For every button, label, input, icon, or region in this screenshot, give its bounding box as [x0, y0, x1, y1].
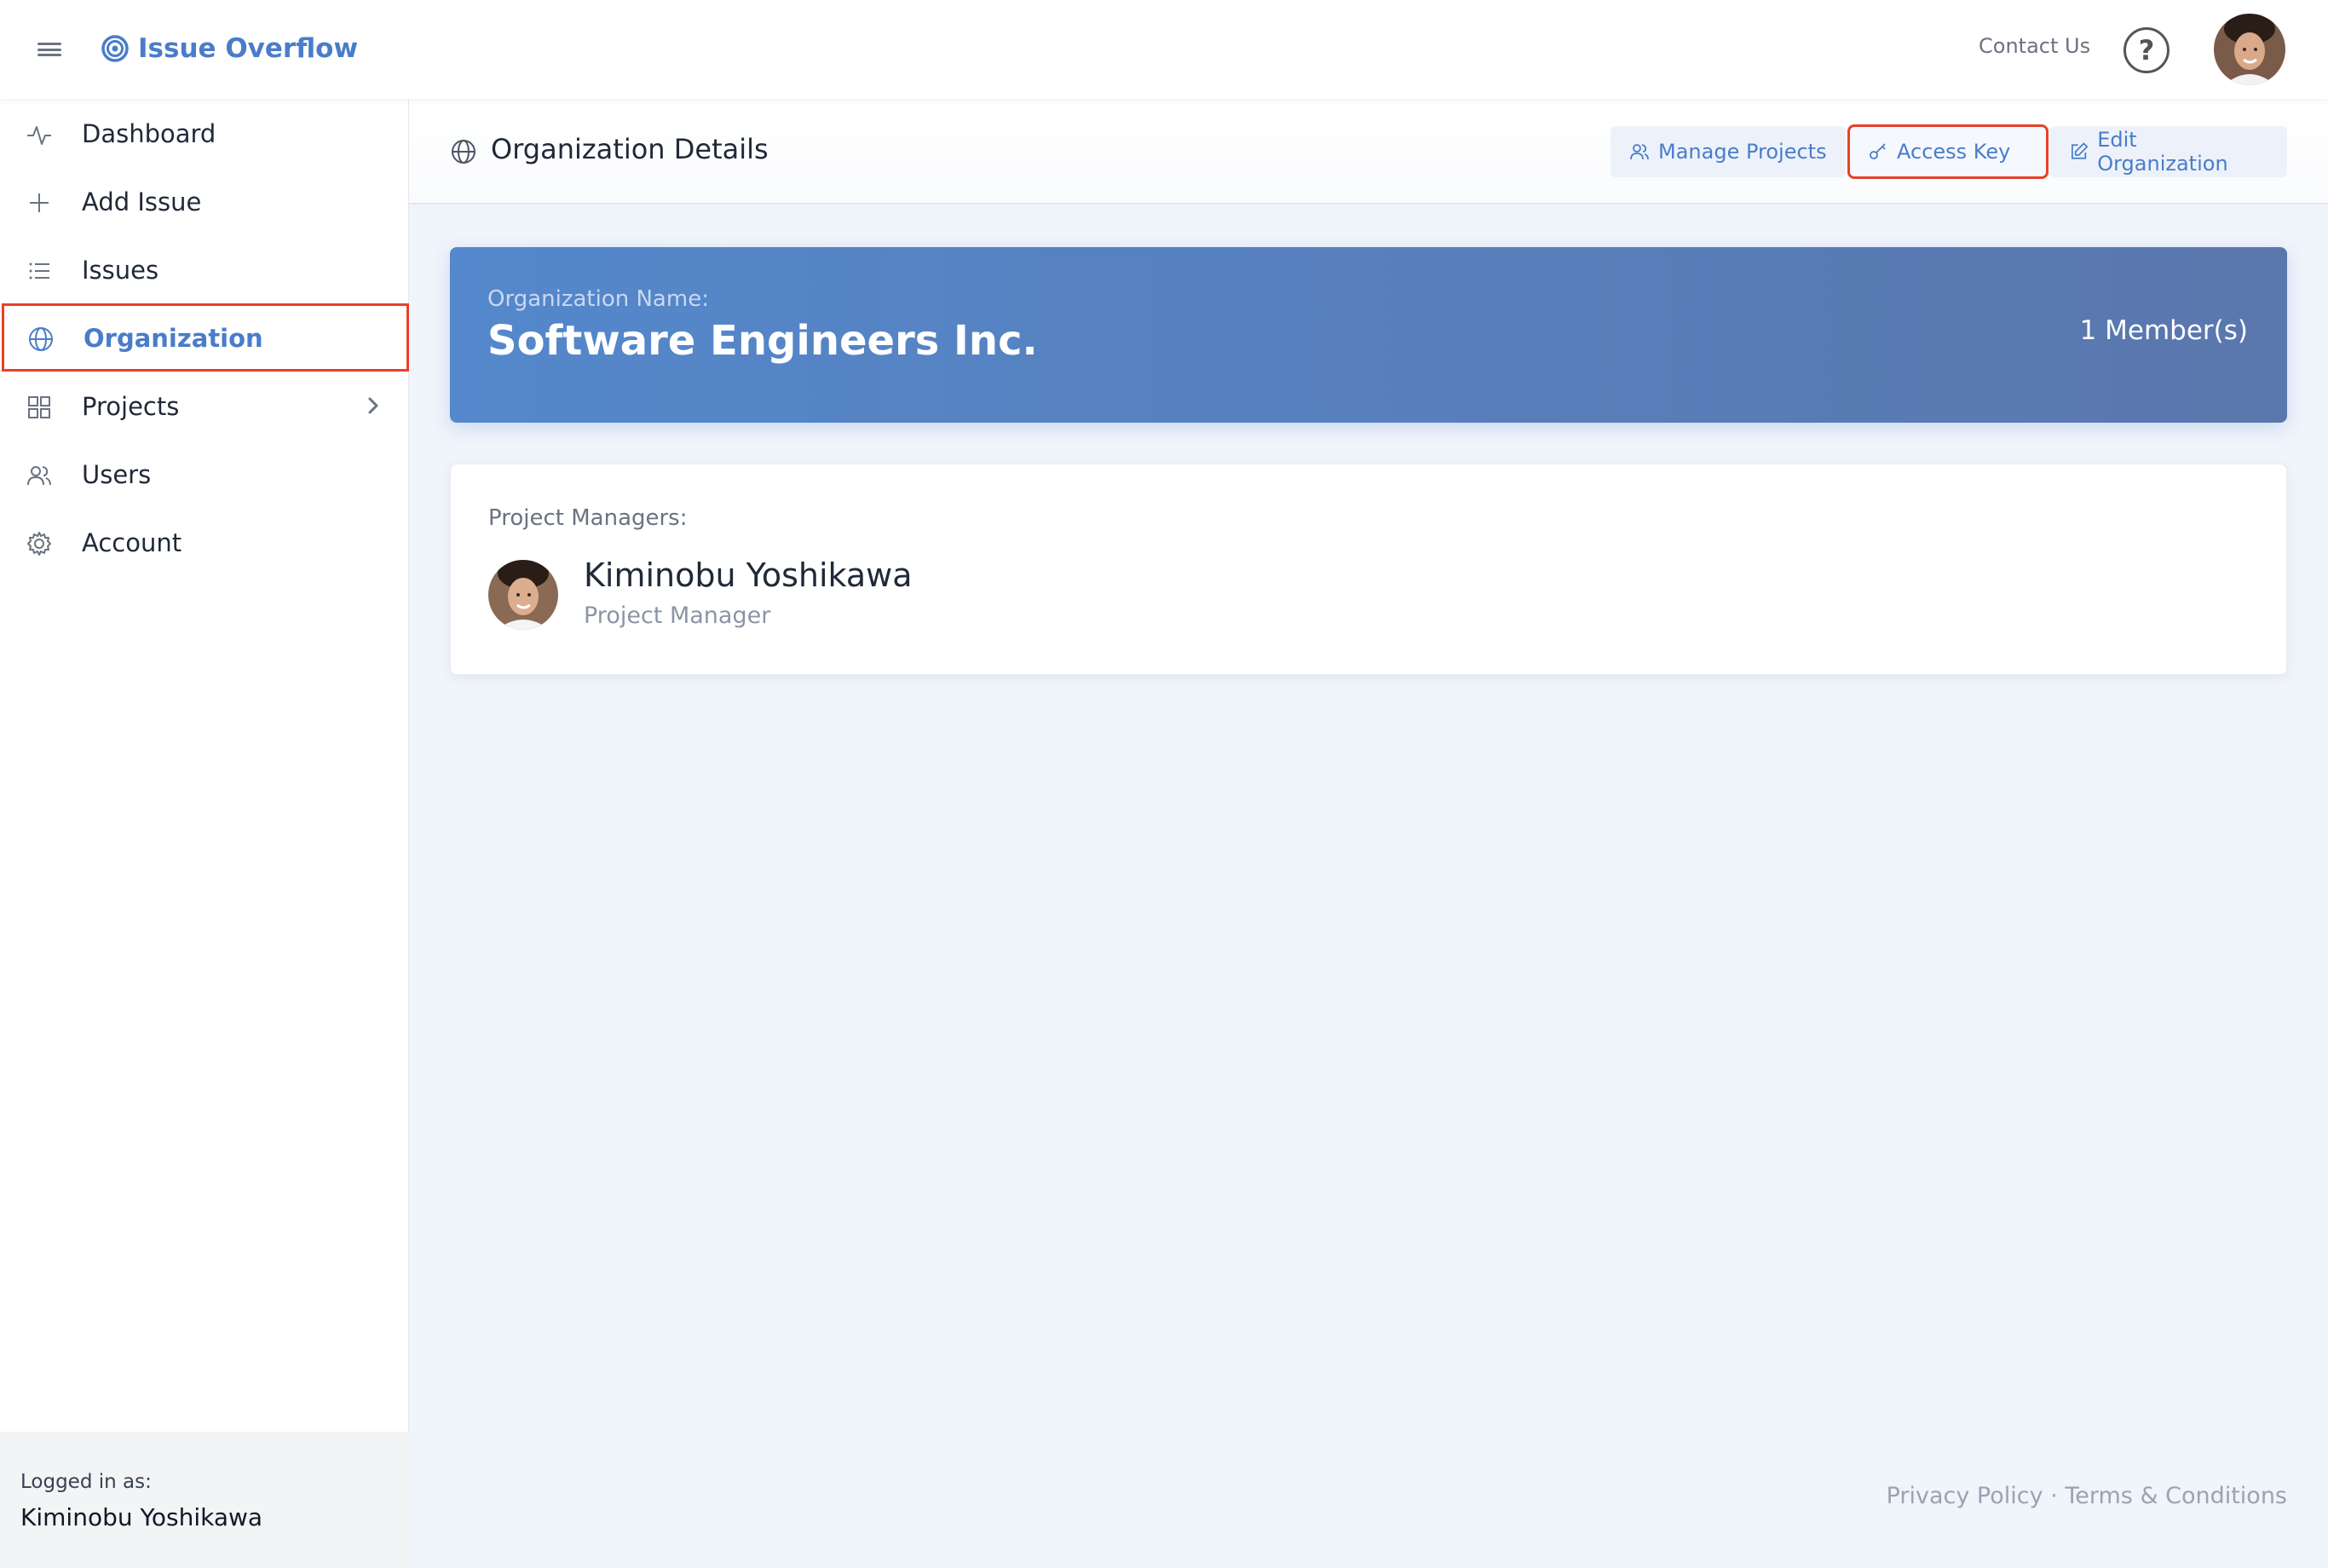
page-header: Organization Details Manage Projects Acc…: [409, 99, 2328, 205]
edit-icon: [2071, 142, 2089, 159]
user-avatar[interactable]: [2214, 14, 2285, 85]
footer: Privacy Policy · Terms & Conditions: [1887, 1483, 2287, 1509]
member-count: 1 Member(s): [2079, 315, 2248, 346]
key-icon: [1870, 143, 1886, 159]
project-manager-role: Project Manager: [584, 602, 771, 629]
gear-icon: [27, 532, 51, 556]
terms-conditions-link[interactable]: Terms & Conditions: [2065, 1483, 2287, 1509]
brand-logo[interactable]: Issue Overflow: [101, 27, 358, 70]
contact-us-link[interactable]: Contact Us: [1979, 34, 2090, 58]
top-bar: Issue Overflow Contact Us ?: [0, 0, 2328, 99]
logged-in-name: Kiminobu Yoshikawa: [20, 1503, 263, 1531]
sidebar-item-label: Projects: [82, 392, 180, 421]
project-managers-card: Project Managers: Kiminobu Yoshikawa Pro…: [450, 464, 2287, 675]
help-icon[interactable]: ?: [2123, 27, 2170, 73]
sidebar-item-label: Dashboard: [82, 119, 216, 148]
grid-icon: [28, 396, 50, 418]
project-managers-caption: Project Managers:: [488, 505, 688, 531]
globe-icon: [452, 140, 475, 164]
manage-projects-button[interactable]: Manage Projects: [1611, 126, 1846, 177]
privacy-policy-link[interactable]: Privacy Policy: [1887, 1483, 2043, 1509]
sidebar-item-label: Issues: [82, 256, 159, 285]
plus-icon: [30, 193, 49, 212]
sidebar-item-account[interactable]: Account: [0, 508, 409, 576]
sidebar-item-projects[interactable]: Projects: [0, 372, 409, 440]
chevron-right-icon: [368, 397, 378, 414]
organization-banner: Organization Name: Software Engineers In…: [450, 247, 2287, 423]
activity-icon: [27, 126, 51, 145]
sidebar-item-dashboard[interactable]: Dashboard: [0, 99, 409, 167]
organization-name: Software Engineers Inc.: [487, 317, 1038, 365]
sidebar-item-add-issue[interactable]: Add Issue: [0, 167, 409, 235]
sidebar-item-issues[interactable]: Issues: [0, 235, 409, 303]
sidebar-item-organization[interactable]: Organization: [2, 303, 409, 372]
globe-icon: [29, 327, 53, 351]
page-title: Organization Details: [491, 133, 769, 165]
avatar: [488, 560, 558, 630]
manage-projects-label: Manage Projects: [1658, 140, 1827, 164]
list-icon: [29, 262, 49, 280]
logged-in-panel: Logged in as: Kiminobu Yoshikawa: [0, 1432, 409, 1568]
sidebar-item-label: Account: [82, 528, 182, 557]
users-icon: [27, 466, 51, 486]
footer-separator: ·: [2043, 1483, 2066, 1509]
edit-organization-button[interactable]: Edit Organization: [2050, 126, 2287, 177]
users-icon: [1630, 144, 1649, 160]
organization-name-caption: Organization Name:: [487, 286, 709, 312]
sidebar-item-label: Organization: [84, 324, 263, 353]
spiral-logo-icon: [101, 35, 129, 62]
access-key-label: Access Key: [1897, 140, 2011, 164]
menu-toggle-icon[interactable]: [37, 37, 61, 61]
project-manager-name: Kiminobu Yoshikawa: [584, 556, 913, 594]
sidebar-item-label: Users: [82, 460, 152, 489]
sidebar-item-users[interactable]: Users: [0, 440, 409, 508]
sidebar-item-label: Add Issue: [82, 187, 202, 216]
edit-organization-label: Edit Organization: [2097, 128, 2228, 176]
access-key-button[interactable]: Access Key: [1847, 124, 2049, 179]
brand-name: Issue Overflow: [138, 33, 359, 64]
logged-in-caption: Logged in as:: [20, 1471, 152, 1493]
sidebar-nav: Dashboard Add Issue Issues Organization: [0, 99, 409, 1568]
